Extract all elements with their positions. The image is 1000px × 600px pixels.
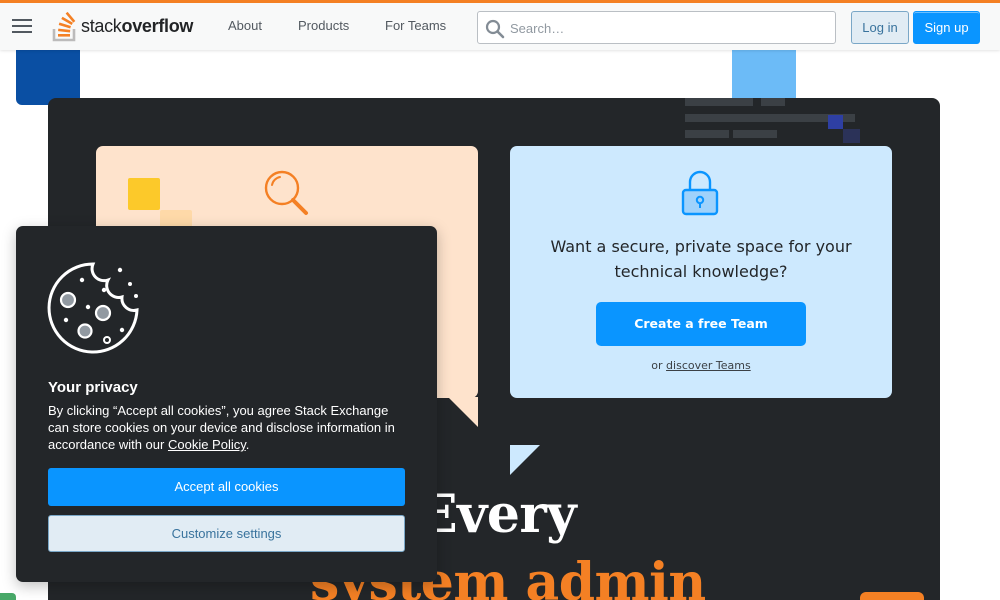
nav-for-teams[interactable]: For Teams: [385, 18, 446, 33]
stack-overflow-logo[interactable]: stackoverflow: [52, 10, 193, 42]
search-card-tail: [448, 397, 478, 427]
decor-square-green: [0, 593, 16, 600]
top-bar: stackoverflow About Products For Teams L…: [0, 0, 1000, 50]
magnifier-icon: [264, 170, 308, 215]
login-button[interactable]: Log in: [851, 11, 909, 44]
cookie-icon: [47, 262, 139, 354]
search-box[interactable]: [477, 11, 836, 44]
signup-button[interactable]: Sign up: [913, 11, 980, 44]
decor-orange-chip: [860, 592, 924, 600]
hero-headline-line1: Every: [418, 484, 577, 545]
discover-teams-link[interactable]: discover Teams: [666, 359, 751, 372]
search-input[interactable]: [510, 18, 820, 38]
discover-teams-line: or discover Teams: [651, 359, 751, 372]
decor-yellow-squares: [128, 178, 192, 230]
customize-settings-button[interactable]: Customize settings: [48, 515, 405, 552]
teams-card-text: Want a secure, private space for your te…: [550, 237, 852, 281]
lock-icon: [681, 170, 719, 216]
search-icon: [485, 19, 505, 39]
accept-all-cookies-button[interactable]: Accept all cookies: [48, 468, 405, 506]
cookie-dialog-title: Your privacy: [48, 379, 138, 396]
menu-icon[interactable]: [12, 19, 32, 35]
logo-wordmark: stackoverflow: [81, 15, 194, 36]
nav-products[interactable]: Products: [298, 18, 349, 33]
teams-card-tail: [510, 445, 540, 475]
stack-overflow-logo-icon: [52, 11, 76, 42]
cookie-policy-link[interactable]: Cookie Policy: [168, 437, 246, 452]
create-free-team-button[interactable]: Create a free Team: [596, 302, 806, 346]
cookie-consent-dialog: Your privacy By clicking “Accept all coo…: [16, 226, 437, 582]
teams-card: Want a secure, private space for your te…: [510, 146, 892, 475]
cookie-dialog-body: By clicking “Accept all cookies”, you ag…: [48, 403, 395, 452]
nav-about[interactable]: About: [228, 18, 262, 33]
